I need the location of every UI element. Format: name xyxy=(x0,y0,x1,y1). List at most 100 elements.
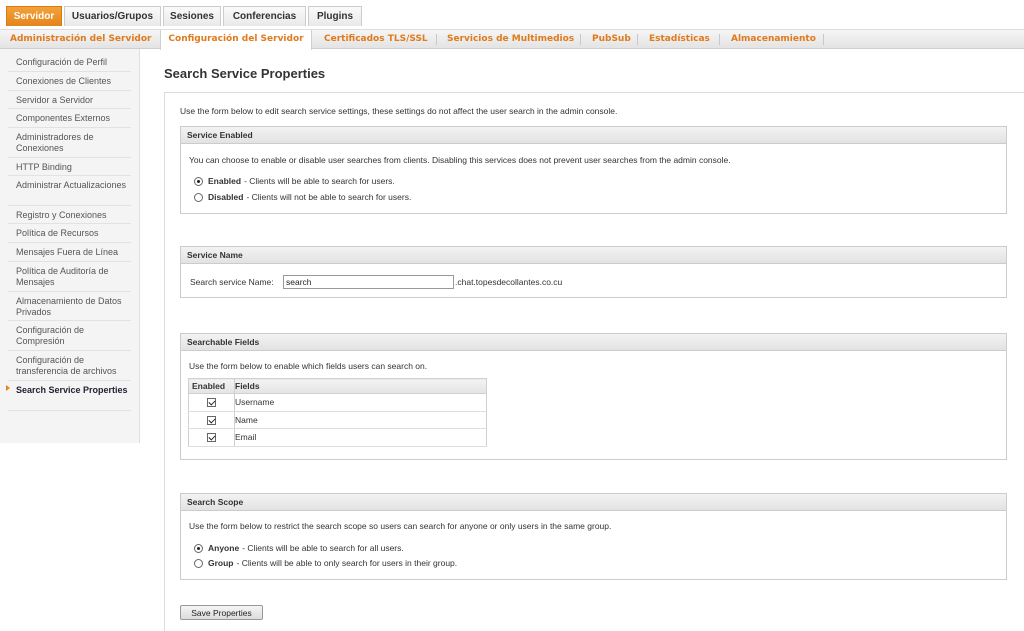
subnav-administracion[interactable]: Administración del Servidor xyxy=(10,30,151,49)
tab-usuarios-grupos[interactable]: Usuarios/Grupos xyxy=(64,6,161,26)
sidebar-item-configuracion-perfil[interactable]: Configuración de Perfil xyxy=(8,53,131,72)
sidebar-item-servidor-a-servidor[interactable]: Servidor a Servidor xyxy=(8,91,131,109)
option-bold-label: Disabled xyxy=(208,192,244,202)
sidebar-item-administrar-actualizaciones[interactable]: Administrar Actualizaciones xyxy=(8,176,131,206)
table-header-row: Enabled Fields xyxy=(188,378,487,394)
sidebar-item-politica-recursos[interactable]: Política de Recursos xyxy=(8,224,131,243)
search-scope-section: Search Scope Use the form below to restr… xyxy=(180,493,1007,580)
subnav-separator xyxy=(719,34,720,45)
searchable-fields-section: Searchable Fields Use the form below to … xyxy=(180,333,1007,460)
table-row: Name xyxy=(188,411,487,429)
column-header-fields: Fields xyxy=(234,378,487,394)
sidebar-item-politica-auditoria[interactable]: Política de Auditoría de Mensajes xyxy=(8,262,131,292)
service-name-section: Service Name Search service Name: .chat.… xyxy=(180,246,1007,298)
sidebar-item-label: Registro y Conexiones xyxy=(16,210,107,220)
name-checkbox[interactable] xyxy=(207,415,216,425)
sub-nav-bar: Administración del Servidor Configuració… xyxy=(0,30,1024,50)
disabled-option[interactable]: Disabled - Clients will not be able to s… xyxy=(194,191,411,203)
sidebar-item-conexiones-clientes[interactable]: Conexiones de Clientes xyxy=(8,72,131,91)
sidebar-item-label: Administradores de Conexiones xyxy=(16,132,94,153)
page-title: Search Service Properties xyxy=(164,66,326,81)
sidebar-item-http-binding[interactable]: HTTP Binding xyxy=(8,158,131,176)
sidebar-item-label: Configuración de transferencia de archiv… xyxy=(16,355,117,376)
sidebar-item-label: Componentes Externos xyxy=(16,113,111,123)
section-header: Service Name xyxy=(181,247,1006,264)
sidebar-item-label: Política de Auditoría de Mensajes xyxy=(16,266,109,287)
subnav-configuracion[interactable]: Configuración del Servidor xyxy=(160,30,312,50)
section-description: You can choose to enable or disable user… xyxy=(189,155,731,165)
subnav-estadisticas[interactable]: Estadísticas xyxy=(649,30,710,49)
group-radio[interactable] xyxy=(194,558,203,568)
field-name-cell: Username xyxy=(234,393,487,412)
enabled-cell xyxy=(188,428,235,447)
sidebar-item-label: Servidor a Servidor xyxy=(16,95,94,105)
sidebar-item-label: Configuración de Compresión xyxy=(16,325,85,346)
disabled-radio[interactable] xyxy=(194,192,203,202)
enabled-option[interactable]: Enabled - Clients will be able to search… xyxy=(194,175,395,187)
active-arrow-icon xyxy=(6,385,10,391)
sidebar-item-label: Mensajes Fuera de Línea xyxy=(16,247,119,257)
email-checkbox[interactable] xyxy=(207,433,216,443)
enabled-radio[interactable] xyxy=(194,176,203,186)
service-domain-text: .chat.topesdecollantes.co.cu xyxy=(455,277,563,287)
option-description: - Clients will be able to only search fo… xyxy=(236,558,458,568)
sidebar-list: Configuración de Perfil Conexiones de Cl… xyxy=(0,49,139,411)
sidebar-item-label: Política de Recursos xyxy=(16,228,99,238)
table-row: Email xyxy=(188,428,487,447)
table-row: Username xyxy=(188,393,487,412)
section-header: Searchable Fields xyxy=(181,334,1006,351)
field-name-cell: Name xyxy=(234,411,487,429)
subnav-multimedios[interactable]: Servicios de Multimedios xyxy=(447,30,574,49)
section-header: Search Scope xyxy=(181,494,1006,511)
enabled-cell xyxy=(188,411,235,429)
column-header-enabled: Enabled xyxy=(188,378,235,394)
sidebar-item-label: Search Service Properties xyxy=(16,385,128,395)
subnav-separator xyxy=(637,34,638,45)
sidebar: Configuración de Perfil Conexiones de Cl… xyxy=(0,49,140,443)
sidebar-item-configuracion-compresion[interactable]: Configuración de Compresión xyxy=(8,321,131,351)
sidebar-item-mensajes-fuera-linea[interactable]: Mensajes Fuera de Línea xyxy=(8,243,131,262)
subnav-separator xyxy=(580,34,581,45)
username-checkbox[interactable] xyxy=(207,398,216,408)
tab-plugins[interactable]: Plugins xyxy=(308,6,362,26)
sidebar-item-label: Conexiones de Clientes xyxy=(16,76,112,86)
service-name-label: Search service Name: xyxy=(190,277,274,287)
sidebar-item-label: Almacenamiento de Datos Privados xyxy=(16,296,122,317)
anyone-option[interactable]: Anyone - Clients will be able to search … xyxy=(194,542,404,554)
subnav-separator xyxy=(436,34,437,45)
option-description: - Clients will be able to search for all… xyxy=(242,543,404,553)
option-description: - Clients will not be able to search for… xyxy=(246,192,412,202)
subnav-certificados[interactable]: Certificados TLS/SSL xyxy=(324,30,428,49)
tab-servidor[interactable]: Servidor xyxy=(6,6,62,26)
intro-text: Use the form below to edit search servic… xyxy=(180,106,618,116)
sidebar-item-registro-conexiones[interactable]: Registro y Conexiones xyxy=(8,206,131,224)
sidebar-item-transferencia-archivos[interactable]: Configuración de transferencia de archiv… xyxy=(8,351,131,381)
anyone-radio[interactable] xyxy=(194,543,203,553)
section-description: Use the form below to enable which field… xyxy=(189,361,428,371)
tab-sesiones[interactable]: Sesiones xyxy=(163,6,221,26)
subnav-pubsub[interactable]: PubSub xyxy=(592,30,631,49)
sidebar-item-label: HTTP Binding xyxy=(16,162,72,172)
sidebar-item-administradores-conexiones[interactable]: Administradores de Conexiones xyxy=(8,128,131,158)
save-properties-button[interactable]: Save Properties xyxy=(180,605,263,620)
section-header: Service Enabled xyxy=(181,127,1006,144)
sidebar-item-label: Administrar Actualizaciones xyxy=(16,180,127,190)
section-description: Use the form below to restrict the searc… xyxy=(189,521,612,531)
top-tab-bar: Servidor Usuarios/Grupos Sesiones Confer… xyxy=(0,0,1024,30)
sidebar-item-componentes-externos[interactable]: Componentes Externos xyxy=(8,109,131,128)
option-bold-label: Group xyxy=(208,558,234,568)
enabled-cell xyxy=(188,393,235,412)
subnav-almacenamiento[interactable]: Almacenamiento xyxy=(731,30,816,49)
subnav-separator xyxy=(823,34,824,45)
option-bold-label: Anyone xyxy=(208,543,240,553)
fields-table: Enabled Fields Username Name Email xyxy=(188,378,487,447)
option-bold-label: Enabled xyxy=(208,176,242,186)
option-description: - Clients will be able to search for use… xyxy=(244,176,395,186)
tab-conferencias[interactable]: Conferencias xyxy=(223,6,306,26)
field-name-cell: Email xyxy=(234,428,487,447)
service-enabled-section: Service Enabled You can choose to enable… xyxy=(180,126,1007,214)
sidebar-item-almacenamiento-datos-privados[interactable]: Almacenamiento de Datos Privados xyxy=(8,292,131,321)
service-name-input[interactable] xyxy=(283,275,454,289)
sidebar-item-search-service-properties[interactable]: Search Service Properties xyxy=(6,381,131,411)
group-option[interactable]: Group - Clients will be able to only sea… xyxy=(194,557,457,569)
